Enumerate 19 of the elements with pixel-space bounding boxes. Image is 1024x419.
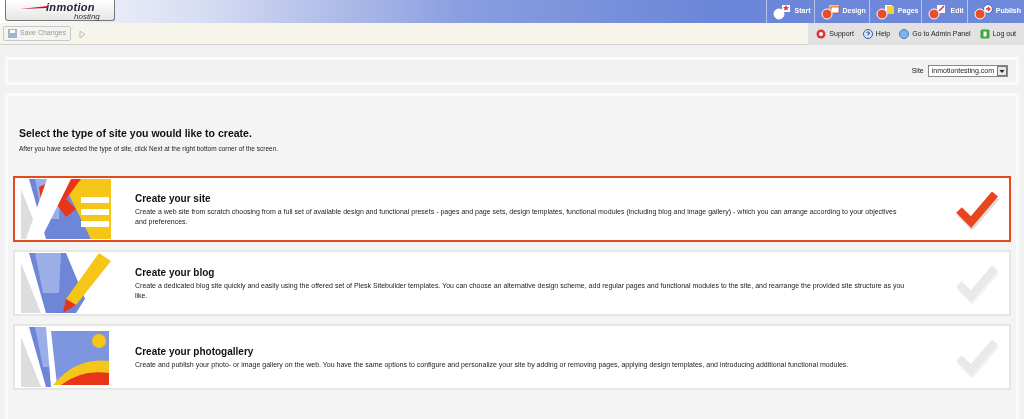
step-icon	[820, 3, 841, 20]
link-icon	[979, 29, 990, 39]
option-title: Create your site	[135, 192, 212, 207]
logo-tagline: hosting	[73, 13, 101, 21]
help-icon	[862, 29, 873, 39]
option-title: Create your blog	[135, 266, 216, 281]
site-illustration-icon	[21, 178, 113, 239]
logo-name: inmotion	[46, 2, 96, 13]
step-icon	[772, 3, 793, 20]
save-icon	[8, 29, 17, 38]
site-type-option[interactable]	[13, 175, 1011, 242]
step-icon	[875, 3, 896, 20]
link-icon	[899, 29, 910, 39]
blog-illustration-icon	[21, 252, 113, 313]
option-title: Create your photogallery	[135, 344, 255, 359]
arrow-icon	[78, 30, 86, 39]
step-icon	[973, 3, 994, 20]
page-heading: Select the type of site you would like to create.	[19, 126, 253, 141]
link-icon	[816, 29, 827, 39]
